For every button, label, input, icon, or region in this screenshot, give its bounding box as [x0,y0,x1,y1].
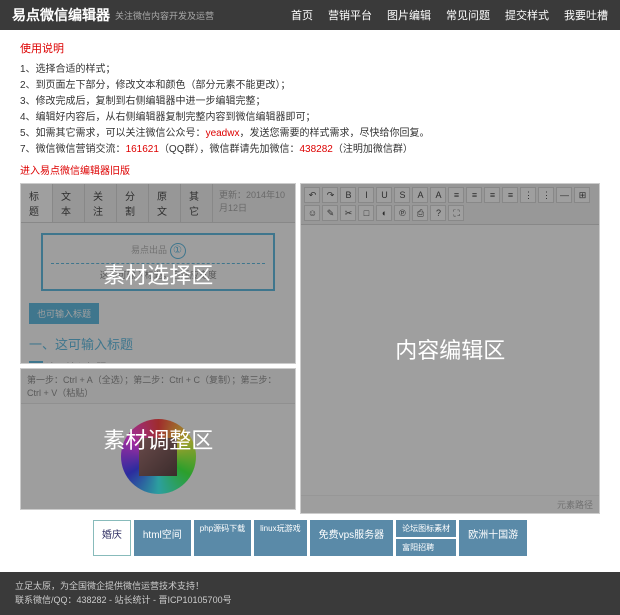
ad-link[interactable]: 免费vps服务器 [310,520,394,556]
blue-title[interactable]: 一、这可输入标题 [29,334,287,353]
tab[interactable]: 标题 [21,184,53,222]
ad-link[interactable]: 欧洲十国游 [459,520,527,556]
tab[interactable]: 其它 [181,184,213,222]
material-body[interactable]: 易点出品 ① 这里可输入标题，自适应宽度 也可输入标题 一、这可输入标题 1这可… [21,223,295,363]
nav-link[interactable]: 我要吐槽 [564,7,608,23]
red-note-link[interactable]: 进入易点微信编辑器旧版 [20,162,600,177]
editor-footer: 元素路径 [301,495,599,513]
instruction-item: 2、到页面左下部分，修改文本和颜色（部分元素不能更改）； [20,78,600,94]
nav-link[interactable]: 提交样式 [505,7,549,23]
toolbar-button[interactable]: B [340,187,356,203]
ad-link[interactable]: linux玩游戏 [254,520,306,556]
nav-link[interactable]: 营销平台 [328,7,372,23]
editor-panel: ↶↷BIUSAA≡≡≡≡⋮⋮—⊞☺✎✂□◐℗⎙?⛶ 元素路径 内容编辑区 [300,183,600,514]
adjust-header: 第一步：Ctrl + A（全选）；第二步：Ctrl + C（复制）；第三步：Ct… [21,369,295,404]
instruction-item: 3、修改完成后，复制到右侧编辑器中进一步编辑完整； [20,94,600,110]
numbered-title[interactable]: 1这可输入标题 [29,359,287,363]
sample-t1: 易点出品 [131,245,167,255]
ad-link[interactable]: 婚庆 [93,520,131,556]
editor-body[interactable] [301,225,599,495]
tabs: 标题文本关注分割原文其它更新：2014年10月12日 [21,184,295,223]
instruction-item: 1、选择合适的样式； [20,62,600,78]
ad-link[interactable]: 论坛图标素材 [396,520,456,537]
footer: 立足太原，为全国微企提供微信运营技术支持！ 联系微信/QQ：438282 - 站… [0,572,620,615]
toolbar-button[interactable]: ✂ [340,205,356,221]
toolbar-button[interactable]: ◐ [376,205,392,221]
toolbar: ↶↷BIUSAA≡≡≡≡⋮⋮—⊞☺✎✂□◐℗⎙?⛶ [301,184,599,225]
footer-line2: 联系微信/QQ：438282 - 站长统计 - 晋ICP10105700号 [15,594,605,608]
workspace: 标题文本关注分割原文其它更新：2014年10月12日 易点出品 ① 这里可输入标… [20,183,600,514]
adjust-panel: 第一步：Ctrl + A（全选）；第二步：Ctrl + C（复制）；第三步：Ct… [20,368,296,510]
nav-link[interactable]: 图片编辑 [387,7,431,23]
ad-links: 婚庆html空间php源码下载linux玩游戏免费vps服务器论坛图标素材富阳招… [20,514,600,562]
toolbar-button[interactable]: ≡ [466,187,482,203]
ad-link[interactable]: html空间 [134,520,191,556]
tab[interactable]: 关注 [85,184,117,222]
content: 使用说明 1、选择合适的样式；2、到页面左下部分，修改文本和颜色（部分元素不能更… [0,30,620,572]
toolbar-button[interactable]: ? [430,205,446,221]
tab[interactable]: 文本 [53,184,85,222]
adjust-body[interactable] [21,404,295,509]
toolbar-button[interactable]: ℗ [394,205,410,221]
sample-t2: 这里可输入标题，自适应宽度 [51,263,265,281]
toolbar-button[interactable]: ⛶ [448,205,464,221]
toolbar-button[interactable]: ≡ [448,187,464,203]
color-square[interactable] [139,438,177,476]
ad-link[interactable]: php源码下载 [194,520,251,556]
nav: 首页营销平台图片编辑常见问题提交样式我要吐槽 [291,7,608,23]
instruction-item: 7、微信微信营销交流：161621（QQ群），微信群请先加微信：438282（注… [20,142,600,158]
toolbar-button[interactable]: ↷ [322,187,338,203]
color-wheel-icon[interactable] [121,419,196,494]
num-icon: 1 [29,361,43,363]
instructions: 1、选择合适的样式；2、到页面左下部分，修改文本和颜色（部分元素不能更改）；3、… [20,62,600,158]
toolbar-button[interactable]: ⊞ [574,187,590,203]
material-panel: 标题文本关注分割原文其它更新：2014年10月12日 易点出品 ① 这里可输入标… [20,183,296,364]
logo: 易点微信编辑器 [12,5,110,25]
tagline: 关注微信内容开发及运营 [115,9,214,22]
tab[interactable]: 分割 [117,184,149,222]
footer-line1: 立足太原，为全国微企提供微信运营技术支持！ [15,580,605,594]
toolbar-button[interactable]: A [412,187,428,203]
toolbar-button[interactable]: U [376,187,392,203]
section-title: 使用说明 [20,40,600,56]
toolbar-button[interactable]: ≡ [484,187,500,203]
blue-strip[interactable]: 也可输入标题 [29,303,99,324]
nav-link[interactable]: 常见问题 [446,7,490,23]
toolbar-button[interactable]: ⋮ [520,187,536,203]
toolbar-button[interactable]: ⎙ [412,205,428,221]
sample-box[interactable]: 易点出品 ① 这里可输入标题，自适应宽度 [41,233,275,291]
toolbar-button[interactable]: I [358,187,374,203]
toolbar-button[interactable]: ⋮ [538,187,554,203]
toolbar-button[interactable]: A [430,187,446,203]
circle-icon: ① [170,243,186,259]
tab[interactable]: 原文 [149,184,181,222]
toolbar-button[interactable]: ↶ [304,187,320,203]
toolbar-button[interactable]: ✎ [322,205,338,221]
toolbar-button[interactable]: ≡ [502,187,518,203]
header: 易点微信编辑器 关注微信内容开发及运营 首页营销平台图片编辑常见问题提交样式我要… [0,0,620,30]
ad-link[interactable]: 富阳招聘 [396,539,456,556]
toolbar-button[interactable]: □ [358,205,374,221]
instruction-item: 5、如需其它需求，可以关注微信公众号：yeadwx，发送您需要的样式需求，尽快给… [20,126,600,142]
instruction-item: 4、编辑好内容后，从右侧编辑器复制完整内容到微信编辑器即可； [20,110,600,126]
toolbar-button[interactable]: ☺ [304,205,320,221]
toolbar-button[interactable]: S [394,187,410,203]
nav-link[interactable]: 首页 [291,7,313,23]
tab-info: 更新：2014年10月12日 [213,184,296,222]
toolbar-button[interactable]: — [556,187,572,203]
